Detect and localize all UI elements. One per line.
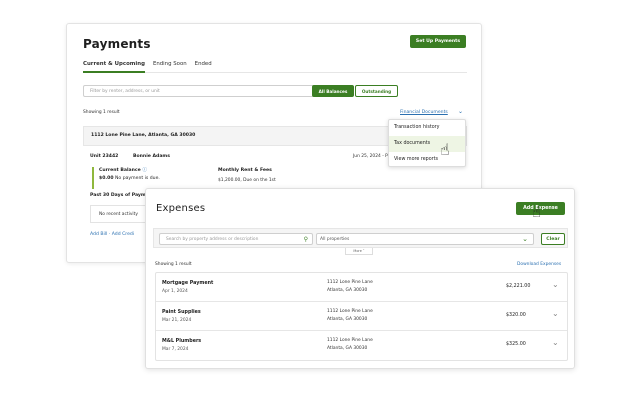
financial-documents-menu: Transaction history Tax documents View m…	[388, 119, 466, 167]
financial-documents-link[interactable]: Financial Documents	[400, 110, 448, 115]
expense-address-line1: 1112 Lone Pine Lane	[327, 338, 373, 343]
expense-date: Mar 7, 2024	[162, 347, 189, 352]
expense-search-input[interactable]: Search by property address or descriptio…	[159, 233, 313, 245]
current-balance-block: Current Balance ⓘ $0.00 No payment is du…	[92, 167, 202, 189]
download-expenses-link[interactable]: Download Expenses	[517, 262, 561, 267]
expense-amount: $2,221.00	[506, 284, 531, 289]
add-bill-credit-links[interactable]: Add Bill · Add Credi	[90, 232, 134, 237]
payments-result-count: Showing 1 result	[83, 110, 120, 115]
chevron-down-icon[interactable]: ⌄	[552, 309, 559, 318]
set-up-payments-button[interactable]: Set Up Payments	[410, 35, 466, 48]
chevron-down-icon[interactable]: ⌄	[458, 108, 463, 115]
menu-item-view-more-reports[interactable]: View more reports	[389, 152, 465, 168]
expense-address-line2: Atlanta, GA 30030	[327, 317, 368, 322]
expense-amount: $325.00	[506, 342, 526, 347]
search-icon[interactable]: ⚲	[304, 236, 308, 243]
expense-date: Apr 1, 2024	[162, 289, 188, 294]
list-item[interactable]: Paint Supplies Mar 21, 2024 1112 Lone Pi…	[156, 302, 567, 331]
payments-tabs: Current & Upcoming Ending Soon Ended	[83, 61, 467, 73]
expenses-result-count: Showing 1 result	[155, 262, 192, 267]
expense-amount: $320.00	[506, 313, 526, 318]
current-balance-label: Current Balance	[99, 168, 141, 173]
expense-address-line1: 1112 Lone Pine Lane	[327, 280, 373, 285]
tab-current-upcoming[interactable]: Current & Upcoming	[83, 61, 145, 73]
expense-address-line1: 1112 Lone Pine Lane	[327, 309, 373, 314]
chevron-down-icon[interactable]: ⌄	[552, 338, 559, 347]
expense-name: Mortgage Payment	[162, 281, 214, 286]
expense-date: Mar 21, 2024	[162, 318, 192, 323]
expenses-filter-bar: Search by property address or descriptio…	[153, 228, 568, 248]
clear-button[interactable]: Clear	[541, 233, 565, 245]
balance-note: No payment is due.	[113, 176, 160, 181]
expenses-panel: Expenses Add Expense Search by property …	[145, 188, 575, 369]
property-select-value: All properties	[320, 237, 350, 242]
filter-placeholder: Filter by renter, address, or unit	[90, 89, 160, 94]
menu-item-transaction-history[interactable]: Transaction history	[389, 120, 465, 136]
info-icon[interactable]: ⓘ	[142, 168, 147, 173]
expense-address-line2: Atlanta, GA 30030	[327, 346, 368, 351]
tab-ending-soon[interactable]: Ending Soon	[153, 61, 187, 73]
payments-title: Payments	[83, 37, 151, 51]
balance-amount: $0.00	[99, 176, 114, 181]
past-30-days-heading: Past 30 Days of Paym	[90, 193, 146, 198]
unit-label: Unit 23442	[90, 154, 119, 159]
hand-pointer-icon: ☝	[440, 140, 450, 159]
tenant-name[interactable]: Bonnie Adams	[133, 154, 170, 159]
monthly-rent-label: Monthly Rent & Fees	[218, 168, 272, 173]
all-balances-button[interactable]: All Balances	[312, 85, 354, 97]
hand-pointer-icon: ☝	[532, 203, 542, 221]
menu-item-tax-documents[interactable]: Tax documents	[389, 136, 465, 152]
lease-dates: Jun 25, 2024 - P	[353, 154, 388, 159]
expense-name: M&L Plumbers	[162, 339, 202, 344]
more-filters-toggle[interactable]: More ˅	[345, 248, 373, 255]
chevron-down-icon[interactable]: ⌄	[522, 235, 528, 243]
outstanding-button[interactable]: Outstanding	[355, 85, 398, 97]
expense-name: Paint Supplies	[162, 310, 201, 315]
renter-filter-input[interactable]: Filter by renter, address, or unit ⚲	[83, 85, 333, 97]
expense-address-line2: Atlanta, GA 30030	[327, 288, 368, 293]
no-recent-activity: No recent activity	[90, 205, 150, 223]
search-placeholder: Search by property address or descriptio…	[166, 237, 259, 242]
property-select[interactable]: All properties ⌄	[316, 233, 534, 245]
expenses-list: Mortgage Payment Apr 1, 2024 1112 Lone P…	[155, 272, 568, 361]
tab-ended[interactable]: Ended	[195, 61, 212, 73]
list-item[interactable]: M&L Plumbers Mar 7, 2024 1112 Lone Pine …	[156, 331, 567, 360]
expenses-title: Expenses	[156, 203, 206, 214]
list-item[interactable]: Mortgage Payment Apr 1, 2024 1112 Lone P…	[156, 273, 567, 302]
monthly-rent-value: $1,200.00, Due on the 1st	[218, 178, 276, 183]
chevron-down-icon[interactable]: ⌄	[552, 280, 559, 289]
